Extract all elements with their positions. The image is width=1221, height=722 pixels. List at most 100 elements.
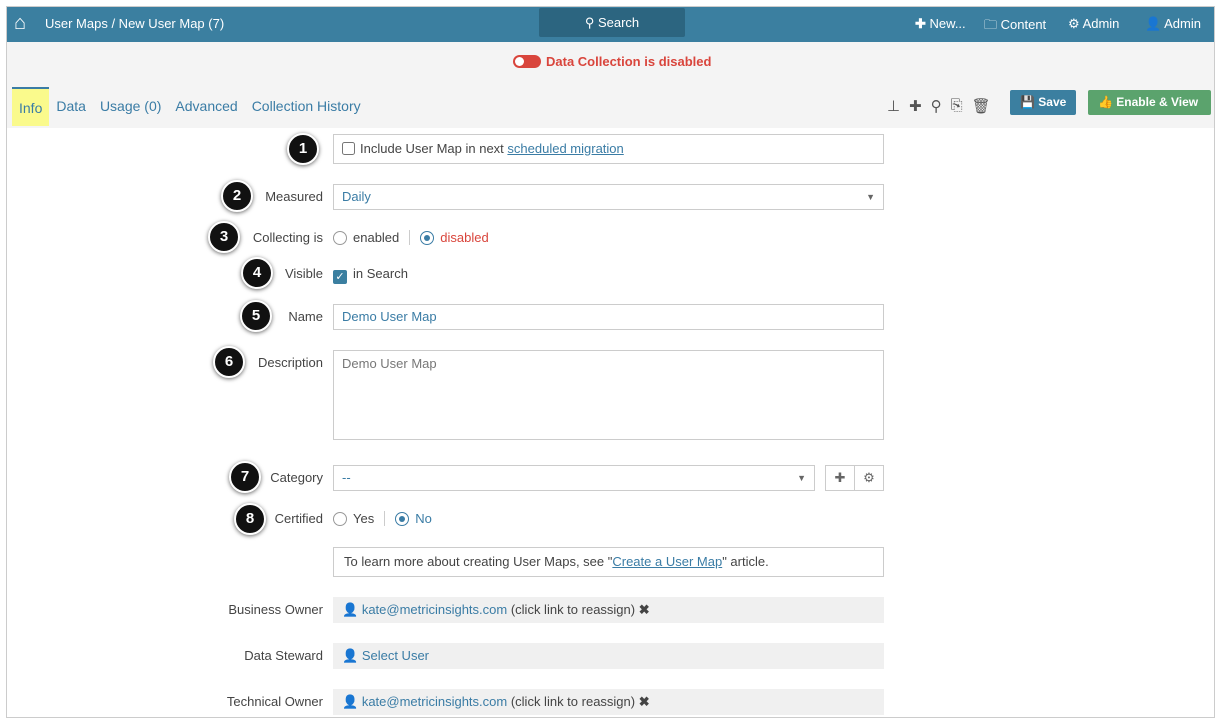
callout-6: 6 — [213, 346, 245, 378]
measured-value: Daily — [342, 189, 371, 204]
enable-view-label: Enable & View — [1116, 95, 1199, 109]
app-window: ⌂ User Maps / New User Map (7) ⚲ Search … — [6, 6, 1215, 718]
enabled-radio[interactable] — [333, 231, 347, 245]
tab-bar: Info Data Usage (0) Advanced Collection … — [12, 87, 368, 126]
data-steward-field: 👤 Select User — [333, 643, 884, 669]
toggle-icon[interactable] — [513, 55, 541, 68]
no-radio[interactable] — [395, 512, 410, 526]
search-label: Search — [597, 15, 640, 30]
tab-advanced[interactable]: Advanced — [168, 87, 244, 126]
data-collection-status[interactable]: Data Collection is disabled — [513, 54, 711, 69]
technical-owner-field: 👤 kate@metricinsights.com (click link to… — [333, 689, 884, 715]
user-menu-button[interactable]: 👤 Admin — [1145, 16, 1201, 32]
business-owner-label: Business Owner — [228, 602, 323, 617]
gear-icon[interactable]: ⚙ — [855, 466, 883, 490]
tab-usage[interactable]: Usage (0) — [93, 87, 168, 126]
plus-icon[interactable]: ✚ — [909, 97, 922, 115]
info-note: To learn more about creating User Maps, … — [333, 547, 884, 577]
disabled-radio[interactable] — [420, 231, 435, 245]
home-icon[interactable]: ⌂ — [14, 12, 26, 35]
copy-icon[interactable]: ⎘ — [951, 97, 963, 115]
category-value: -- — [342, 470, 351, 485]
content-button[interactable]: 🗀 Content — [984, 16, 1046, 38]
user-icon: 👤 — [1145, 16, 1162, 31]
scheduled-migration-link[interactable]: scheduled migration — [507, 141, 623, 156]
business-owner-link[interactable]: kate@metricinsights.com — [362, 602, 507, 617]
new-label: New... — [929, 16, 966, 31]
save-label: Save — [1038, 95, 1067, 109]
reassign-note: (click link to reassign) — [510, 602, 636, 617]
breadcrumb[interactable]: User Maps / New User Map (7) — [45, 16, 224, 31]
migration-checkbox[interactable] — [342, 142, 355, 155]
admin-settings-button[interactable]: ⚙ Admin — [1068, 16, 1119, 32]
enable-view-button[interactable]: 👍 Enable & View — [1088, 90, 1211, 115]
callout-8: 8 — [234, 503, 266, 535]
visible-row: ✓ in Search — [333, 266, 408, 284]
select-user-link[interactable]: Select User — [362, 648, 429, 663]
enabled-label[interactable]: enabled — [353, 230, 399, 245]
data-steward-label: Data Steward — [244, 648, 323, 663]
callout-7: 7 — [229, 461, 261, 493]
measured-label: Measured — [265, 189, 323, 204]
remove-icon[interactable]: ✖ — [639, 694, 650, 709]
admin-label: Admin — [1082, 16, 1120, 31]
add-category-icon[interactable]: ✚ — [826, 466, 855, 490]
technical-owner-label: Technical Owner — [226, 694, 323, 709]
collecting-label: Collecting is — [252, 230, 323, 245]
callout-2: 2 — [221, 180, 253, 212]
trash-icon[interactable]: 🗑 — [972, 97, 991, 115]
yes-label[interactable]: Yes — [353, 511, 374, 526]
search-icon[interactable]: ⚲ — [931, 97, 942, 115]
business-owner-field: 👤 kate@metricinsights.com (click link to… — [333, 597, 884, 623]
top-bar: ⌂ User Maps / New User Map (7) ⚲ Search … — [7, 7, 1214, 42]
category-select[interactable]: -- ▼ — [333, 465, 815, 491]
visible-checkbox[interactable]: ✓ — [333, 270, 347, 284]
save-button[interactable]: 💾 Save — [1010, 90, 1077, 115]
certified-radio-group: Yes No — [333, 511, 432, 526]
toolbar-band: Data Collection is disabled Info Data Us… — [7, 42, 1214, 128]
chevron-down-icon: ▼ — [797, 473, 806, 483]
search-icon: ⚲ — [584, 15, 598, 30]
plus-icon: ✚ — [915, 16, 926, 31]
tab-info[interactable]: Info — [12, 87, 50, 126]
name-label: Name — [288, 309, 323, 324]
chevron-down-icon: ▼ — [866, 192, 875, 202]
callout-1: 1 — [287, 133, 319, 165]
create-user-map-link[interactable]: Create a User Map — [612, 554, 722, 569]
name-input[interactable]: Demo User Map — [333, 304, 884, 330]
new-button[interactable]: ✚ New... — [915, 16, 966, 32]
user-icon: 👤 — [342, 648, 359, 663]
measured-select[interactable]: Daily ▼ — [333, 184, 884, 210]
callout-3: 3 — [208, 221, 240, 253]
folder-icon: 🗀 — [984, 17, 998, 32]
info-text-post: " article. — [722, 554, 769, 569]
action-icons: ⊥ ✚ ⚲ ⎘ 🗑 — [887, 97, 991, 115]
visible-text: in Search — [353, 266, 408, 281]
info-text-pre: To learn more about creating User Maps, … — [344, 554, 613, 569]
technical-owner-link[interactable]: kate@metricinsights.com — [362, 694, 507, 709]
thumbs-up-icon: 👍 — [1098, 95, 1113, 109]
migration-row: Include User Map in next scheduled migra… — [333, 134, 884, 164]
reassign-note: (click link to reassign) — [510, 694, 636, 709]
hierarchy-icon[interactable]: ⊥ — [887, 97, 900, 115]
save-icon: 💾 — [1020, 95, 1035, 109]
content-label: Content — [1000, 17, 1047, 32]
category-label: Category — [270, 470, 323, 485]
disabled-label[interactable]: disabled — [440, 230, 488, 245]
visible-label: Visible — [284, 266, 323, 281]
tab-data[interactable]: Data — [49, 87, 93, 126]
callout-5: 5 — [240, 300, 272, 332]
user-icon: 👤 — [342, 602, 359, 617]
user-icon: 👤 — [342, 694, 359, 709]
callout-4: 4 — [241, 257, 273, 289]
user-label: Admin — [1164, 16, 1201, 31]
yes-radio[interactable] — [333, 512, 347, 526]
remove-icon[interactable]: ✖ — [639, 602, 650, 617]
description-label: Description — [257, 355, 323, 370]
description-textarea[interactable]: Demo User Map — [333, 350, 884, 440]
category-actions: ✚ ⚙ — [825, 465, 884, 491]
no-label[interactable]: No — [415, 511, 432, 526]
search-button[interactable]: ⚲ Search — [539, 8, 685, 37]
status-text: Data Collection is disabled — [546, 54, 712, 69]
tab-collection-history[interactable]: Collection History — [245, 87, 368, 126]
